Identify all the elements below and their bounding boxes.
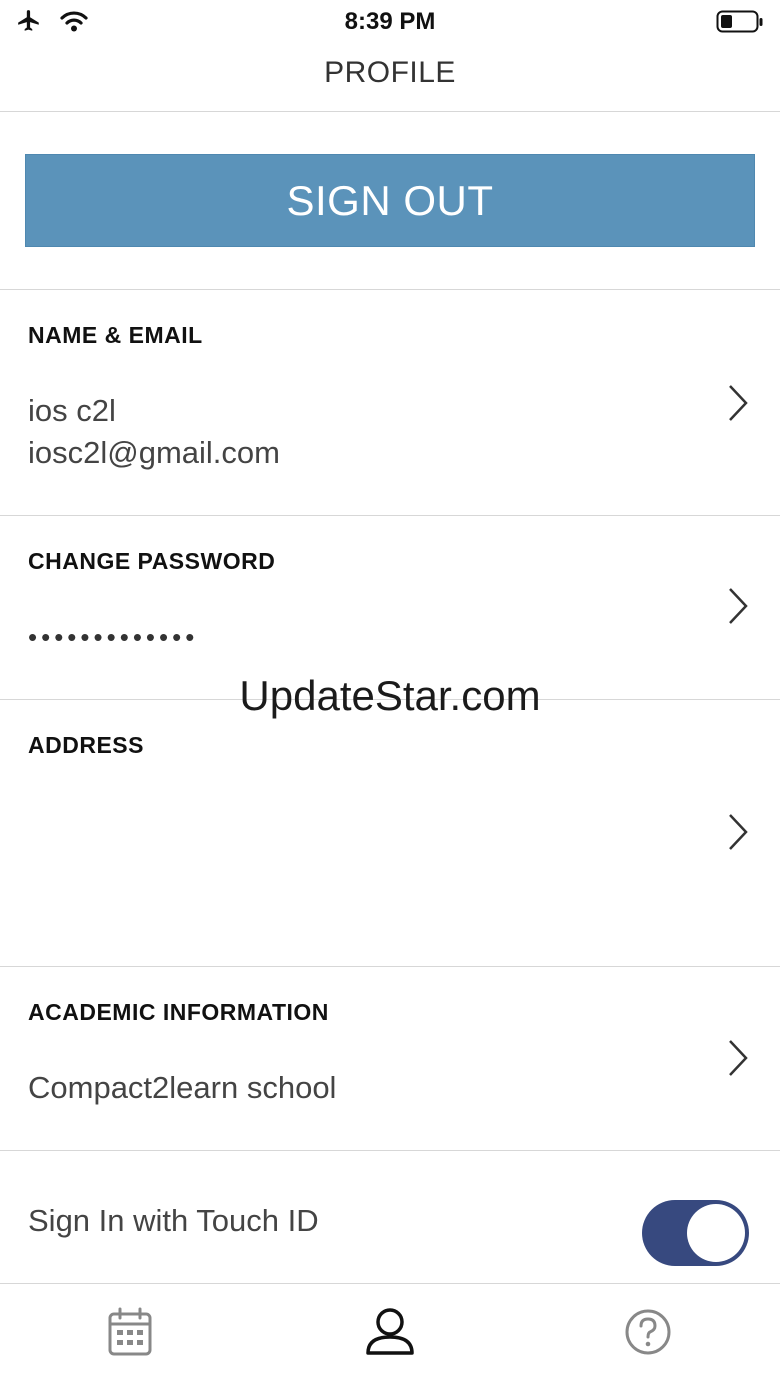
tab-help[interactable]	[618, 1302, 678, 1362]
profile-icon	[366, 1308, 414, 1355]
name-email-section[interactable]: NAME & EMAIL ios c2l iosc2l@gmail.com	[0, 290, 780, 515]
status-time: 8:39 PM	[344, 8, 436, 35]
address-heading: ADDRESS	[28, 732, 144, 758]
tab-calendar[interactable]	[100, 1302, 160, 1362]
name-email-heading: NAME & EMAIL	[28, 322, 203, 348]
touch-id-toggle[interactable]	[642, 1200, 749, 1266]
user-name: ios c2l	[28, 393, 116, 428]
help-icon	[625, 1309, 671, 1355]
address-section[interactable]: ADDRESS	[0, 700, 780, 966]
battery-icon	[716, 10, 764, 39]
tab-profile[interactable]	[360, 1302, 420, 1362]
status-bar: 8:39 PM	[0, 0, 780, 44]
chevron-right-icon	[729, 1040, 748, 1076]
school-name: Compact2learn school	[28, 1070, 337, 1105]
sign-out-button[interactable]: SIGN OUT	[25, 154, 755, 247]
toggle-knob	[687, 1204, 745, 1262]
academic-information-heading: ACADEMIC INFORMATION	[28, 999, 329, 1025]
chevron-right-icon	[729, 588, 748, 624]
password-masked: •••••••••••••	[28, 622, 199, 652]
calendar-icon	[108, 1307, 152, 1356]
tab-bar	[0, 1283, 780, 1387]
change-password-heading: CHANGE PASSWORD	[28, 548, 276, 574]
header-divider	[0, 111, 780, 112]
touch-id-label: Sign In with Touch ID	[28, 1203, 319, 1238]
user-email: iosc2l@gmail.com	[28, 435, 280, 470]
academic-information-section[interactable]: ACADEMIC INFORMATION Compact2learn schoo…	[0, 967, 780, 1150]
chevron-right-icon	[729, 385, 748, 421]
page-title: PROFILE	[324, 56, 456, 89]
chevron-right-icon	[729, 814, 748, 850]
watermark-text: UpdateStar.com	[239, 672, 541, 719]
